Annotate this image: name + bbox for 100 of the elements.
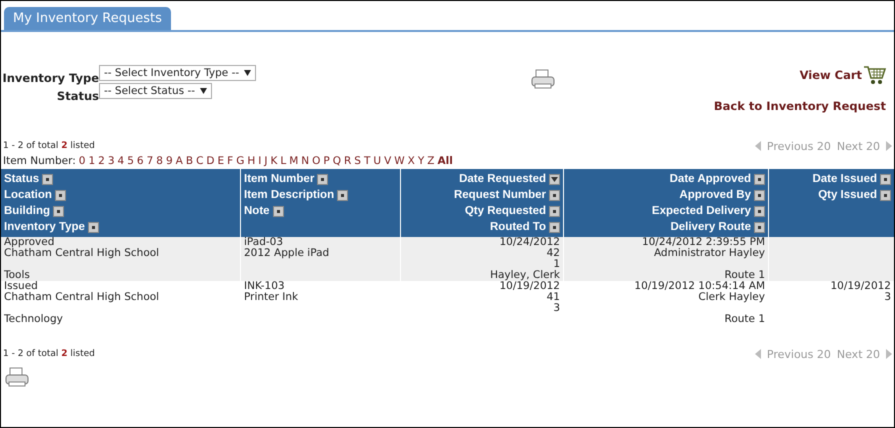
table-cell: 10/24/2012 2:39:55 PM: [642, 236, 765, 248]
sort-icon[interactable]: [549, 190, 560, 200]
index-link[interactable]: R: [344, 155, 352, 167]
printer-icon[interactable]: [531, 69, 555, 89]
index-link[interactable]: 0: [78, 155, 86, 167]
previous-icon: [754, 141, 761, 151]
index-link[interactable]: N: [301, 155, 310, 167]
header-label[interactable]: Date Approved: [670, 173, 751, 185]
index-link[interactable]: E: [218, 155, 224, 167]
index-link[interactable]: T: [364, 155, 370, 167]
table-cell: Issued: [4, 280, 38, 292]
header-label[interactable]: Date Issued: [812, 173, 877, 185]
sort-icon[interactable]: [54, 190, 66, 200]
record-count: 1 - 2 of total 2 listed: [3, 349, 95, 359]
sort-down-icon[interactable]: [549, 174, 560, 184]
index-link[interactable]: H: [247, 155, 256, 167]
header-label[interactable]: Item Number: [244, 173, 314, 185]
sort-icon[interactable]: [53, 206, 64, 216]
sort-icon[interactable]: [88, 222, 99, 232]
index-link[interactable]: C: [196, 155, 204, 167]
table-cell: 10/19/2012: [499, 280, 560, 292]
index-link[interactable]: 7: [146, 155, 154, 167]
header-label[interactable]: Location: [4, 189, 52, 201]
header-label[interactable]: Inventory Type: [4, 221, 85, 233]
header-label[interactable]: Qty Requested: [464, 205, 546, 217]
view-cart-link[interactable]: View Cart: [800, 68, 862, 82]
dropdown-arrow-icon[interactable]: [244, 70, 252, 76]
previous-icon: [754, 349, 761, 359]
index-link[interactable]: F: [227, 155, 234, 167]
table-cell: iPad-03: [244, 236, 284, 248]
header-label[interactable]: Request Number: [454, 189, 546, 201]
index-link[interactable]: Y: [418, 155, 424, 167]
sort-icon[interactable]: [880, 190, 891, 200]
index-link[interactable]: All: [437, 155, 453, 167]
sort-icon[interactable]: [754, 190, 765, 200]
header-label[interactable]: Date Requested: [459, 173, 546, 185]
sort-icon[interactable]: [549, 222, 560, 232]
index-link[interactable]: S: [354, 155, 361, 167]
table-cell: Clerk Hayley: [698, 291, 765, 303]
sort-icon[interactable]: [754, 206, 765, 216]
sort-icon[interactable]: [272, 206, 284, 216]
index-link[interactable]: A: [176, 155, 183, 167]
next-icon: [886, 349, 892, 359]
cart-icon[interactable]: [864, 65, 886, 85]
dropdown-arrow-icon[interactable]: [200, 88, 208, 94]
index-link[interactable]: L: [280, 155, 286, 167]
table-cell: Chatham Central High School: [4, 247, 160, 259]
index-link[interactable]: U: [373, 155, 382, 167]
index-link[interactable]: B: [186, 155, 194, 167]
index-link[interactable]: K: [270, 155, 278, 167]
header-label[interactable]: Note: [244, 205, 270, 217]
index-link[interactable]: 4: [118, 155, 124, 167]
sort-icon[interactable]: [317, 174, 328, 184]
index-link[interactable]: 5: [127, 155, 134, 167]
table-cell: 42: [546, 247, 560, 259]
printer-icon[interactable]: [5, 367, 29, 387]
table-cell: Route 1: [724, 313, 765, 325]
sort-icon[interactable]: [337, 190, 348, 200]
index-link[interactable]: 1: [88, 155, 96, 167]
sort-icon[interactable]: [754, 174, 765, 184]
index-link[interactable]: D: [206, 155, 214, 167]
back-link[interactable]: Back to Inventory Request: [714, 99, 886, 113]
dropdown[interactable]: -- Select Status --: [99, 83, 212, 99]
sort-icon[interactable]: [754, 222, 765, 232]
index-link[interactable]: W: [394, 155, 405, 167]
table-cell: INK-103: [244, 280, 285, 292]
header-label[interactable]: Routed To: [490, 221, 546, 233]
index-link[interactable]: 2: [98, 155, 105, 167]
index-link[interactable]: V: [384, 155, 392, 167]
index-link[interactable]: 6: [136, 155, 144, 167]
table-cell: 10/19/2012: [830, 280, 891, 292]
header-label[interactable]: Delivery Route: [670, 221, 751, 233]
sort-icon[interactable]: [880, 174, 891, 184]
header-label[interactable]: Item Description: [244, 189, 334, 201]
table-cell: Tools: [4, 269, 30, 281]
table-cell: 41: [546, 291, 560, 303]
dropdown[interactable]: -- Select Inventory Type --: [99, 65, 256, 81]
index-link[interactable]: G: [236, 155, 244, 167]
index-link[interactable]: 9: [166, 155, 173, 167]
table-cell: Route 1: [724, 269, 765, 281]
index-link[interactable]: Q: [332, 155, 341, 167]
sort-icon[interactable]: [549, 206, 560, 216]
index-link[interactable]: M: [289, 155, 298, 167]
header-label[interactable]: Status: [4, 173, 40, 185]
index-link[interactable]: X: [408, 155, 415, 167]
index-link[interactable]: O: [312, 155, 320, 167]
header-label[interactable]: Building: [4, 205, 50, 217]
sort-icon[interactable]: [42, 174, 54, 184]
filter-label: Item Number:: [3, 155, 76, 167]
index-link[interactable]: 8: [156, 155, 163, 167]
header-label[interactable]: Qty Issued: [818, 189, 877, 201]
index-link[interactable]: J: [264, 155, 268, 167]
filter-label: Inventory Type: [2, 71, 99, 85]
index-link[interactable]: Z: [427, 155, 434, 167]
table-cell: Administrator Hayley: [654, 247, 765, 259]
index-link[interactable]: 3: [108, 155, 115, 167]
header-label[interactable]: Expected Delivery: [652, 205, 751, 217]
index-link[interactable]: P: [323, 155, 330, 167]
index-link[interactable]: I: [258, 155, 262, 167]
header-label[interactable]: Approved By: [679, 189, 751, 201]
